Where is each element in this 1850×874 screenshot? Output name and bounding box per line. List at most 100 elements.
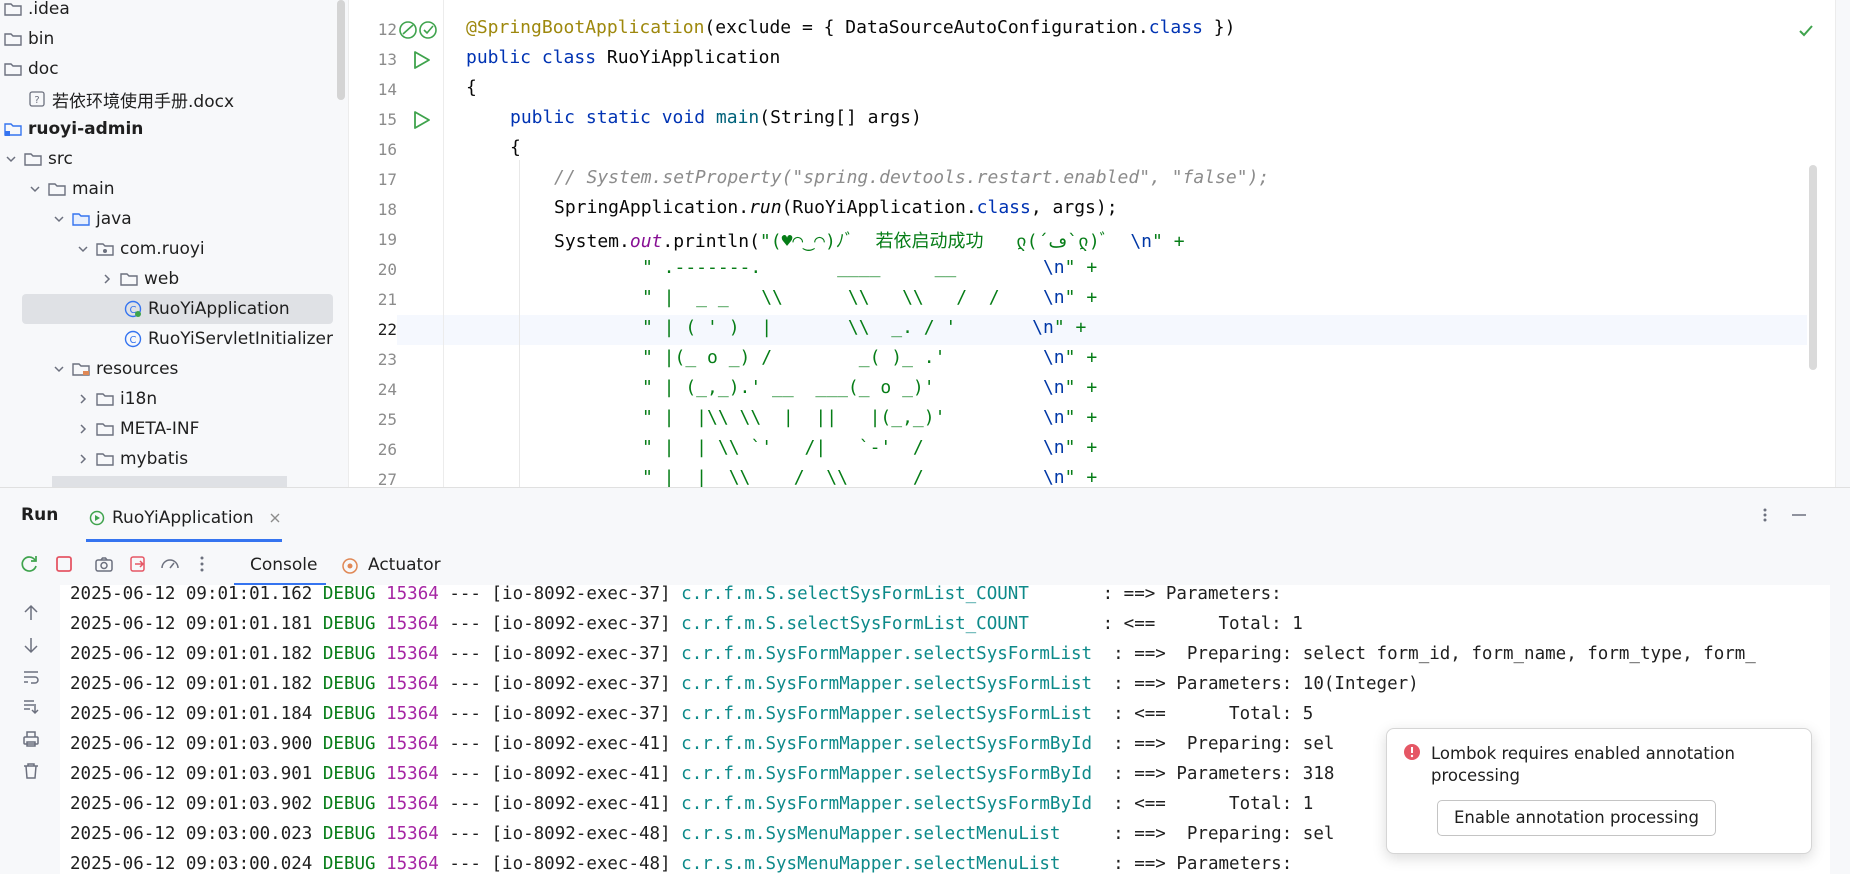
trash-icon[interactable] [22, 762, 40, 780]
log-logger: c.r.s.m.SysMenuMapper.selectMenuList [681, 854, 1061, 874]
line-number: 12 [377, 20, 397, 39]
log-timestamp: 2025-06-12 09:03:00.023 [70, 824, 313, 844]
code-line-17: // System.setProperty("spring.devtools.r… [554, 167, 1270, 188]
folder-icon [48, 181, 66, 197]
gutter-separator [443, 0, 444, 487]
chevron-right-icon[interactable] [76, 452, 90, 466]
folder-icon [96, 421, 114, 437]
log-separator: --- [449, 585, 481, 604]
camera-icon[interactable] [94, 554, 114, 574]
tree-item-ruoyi-application[interactable]: C RuoYiApplication [22, 294, 333, 324]
spring-class-icon: C [124, 300, 142, 318]
code-line-13: public class RuoYiApplication [466, 47, 781, 68]
log-pid: 15364 [386, 674, 439, 694]
enable-annotation-processing-button[interactable]: Enable annotation processing [1437, 800, 1716, 836]
actuator-icon [342, 558, 358, 574]
line-number: 15 [377, 110, 397, 129]
code-line-25: " | |\\ \\ | || |(_,_)' \n" + [642, 407, 1098, 428]
log-pid: 15364 [386, 585, 439, 604]
tree-item-com-ruoyi[interactable]: com.ruoyi [0, 234, 348, 264]
tree-item-doc[interactable]: doc [0, 54, 344, 84]
down-arrow-icon[interactable] [22, 636, 40, 654]
chevron-down-icon[interactable] [76, 242, 90, 256]
log-level: DEBUG [322, 614, 376, 634]
log-message: : ==> Preparing: sel [1060, 824, 1335, 844]
line-number: 26 [377, 440, 397, 459]
scroll-to-end-icon[interactable] [22, 698, 40, 716]
line-number: 14 [377, 80, 397, 99]
tab-actuator[interactable]: Actuator [368, 555, 441, 575]
tree-item-bin[interactable]: bin [0, 24, 344, 54]
chevron-down-icon[interactable] [52, 362, 66, 376]
tree-item-src[interactable]: src [0, 144, 344, 174]
run-tab-ruoyi-application[interactable]: RuoYiApplication [88, 498, 282, 538]
tree-item-docx[interactable]: ? 若依环境使用手册.docx [0, 84, 348, 114]
more-vertical-icon[interactable] [192, 554, 212, 574]
tree-item-mybatis[interactable]: mybatis [0, 444, 348, 474]
tree-item-idea[interactable]: .idea [0, 0, 344, 24]
line-number: 21 [377, 290, 397, 309]
code-line-23: " |(_ o _) / _( )_ .' \n" + [642, 347, 1098, 368]
tree-item-meta-inf[interactable]: META-INF [0, 414, 348, 444]
tree-item-java[interactable]: java [0, 204, 348, 234]
chevron-right-icon[interactable] [76, 392, 90, 406]
exit-icon[interactable] [128, 554, 148, 574]
editor-scrollbar[interactable] [1809, 165, 1817, 370]
svg-text:?: ? [34, 95, 39, 106]
tree-item-i18n[interactable]: i18n [0, 384, 348, 414]
code-line-14: { [466, 77, 477, 98]
chevron-down-icon[interactable] [28, 182, 42, 196]
error-icon [1404, 744, 1420, 760]
log-thread: [io-8092-exec-41] [491, 734, 671, 754]
tree-item-ruoyi-admin[interactable]: ruoyi-admin [0, 114, 344, 144]
tab-console[interactable]: Console [250, 555, 318, 575]
line-number-current: 22 [377, 320, 397, 339]
code-line-27: " | | \\ / \\ / \n" + [642, 467, 1098, 487]
run-gutter-icon[interactable] [411, 50, 431, 70]
log-message: : ==> Parameters: 10(Integer) [1092, 674, 1419, 694]
close-tab-icon[interactable] [268, 511, 282, 525]
profiler-icon[interactable] [160, 554, 180, 574]
log-pid: 15364 [386, 734, 439, 754]
soft-wrap-icon[interactable] [22, 668, 40, 686]
tree-scrollbar[interactable] [337, 0, 345, 100]
class-icon: C [124, 330, 142, 348]
rerun-icon[interactable] [20, 554, 40, 574]
minimize-icon[interactable] [1790, 506, 1808, 524]
log-message: : <== Total: 1 [1028, 614, 1303, 634]
run-gutter-icon[interactable] [411, 110, 431, 130]
chevron-down-icon[interactable] [52, 212, 66, 226]
line-number: 18 [377, 200, 397, 219]
tree-item-web[interactable]: web [0, 264, 348, 294]
folder-icon [4, 61, 22, 77]
tree-item-resources[interactable]: resources [0, 354, 348, 384]
log-logger: c.r.f.m.SysFormMapper.selectSysFormById [681, 794, 1093, 814]
log-separator: --- [449, 824, 481, 844]
log-message: : <== Total: 5 [1092, 704, 1314, 724]
stop-icon[interactable] [54, 554, 74, 574]
tree-item-main[interactable]: main [0, 174, 348, 204]
log-pid: 15364 [386, 614, 439, 634]
chevron-down-icon[interactable] [4, 152, 18, 166]
line-number: 25 [377, 410, 397, 429]
right-tool-strip [1835, 0, 1850, 487]
run-toolbar: Console Actuator [0, 543, 1850, 586]
log-level: DEBUG [322, 585, 376, 604]
log-level: DEBUG [322, 824, 376, 844]
no-problems-check-icon[interactable] [1797, 22, 1815, 40]
run-panel-header: Run RuoYiApplication [0, 488, 1850, 543]
log-message: : ==> Preparing: sel [1092, 734, 1335, 754]
chevron-right-icon[interactable] [76, 422, 90, 436]
print-icon[interactable] [22, 730, 40, 748]
folder-icon [4, 1, 22, 17]
console-log-line: 2025-06-12 09:01:03.901 DEBUG 15364 --- … [70, 759, 1334, 789]
tree-item-ruoyi-servlet-initializer[interactable]: C RuoYiServletInitializer [0, 324, 348, 354]
log-timestamp: 2025-06-12 09:01:01.181 [70, 614, 313, 634]
module-icon [4, 121, 22, 137]
code-editor[interactable]: 12 13 14 15 16 17 18 19 20 21 22 23 24 2… [348, 0, 1850, 487]
more-options-icon[interactable] [1756, 506, 1774, 524]
chevron-right-icon[interactable] [100, 272, 114, 286]
project-tree: .idea bin doc ? 若依环境使用手册.docx ruoyi-admi… [0, 0, 348, 487]
up-arrow-icon[interactable] [22, 604, 40, 622]
spring-bean-gutter-icon[interactable] [397, 19, 439, 41]
